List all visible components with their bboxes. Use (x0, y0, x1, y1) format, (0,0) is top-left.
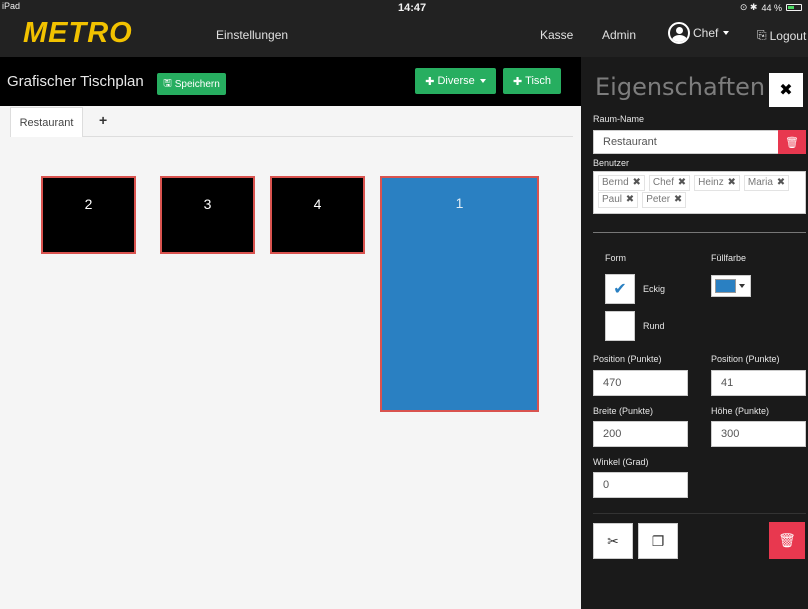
table-3[interactable]: 3 (160, 176, 255, 254)
remove-tag-icon: ✖ (773, 177, 786, 188)
properties-panel: Eigenschaften ✖ Raum-Name Restaurant 🗑 B… (581, 57, 808, 609)
battery-icon (786, 4, 802, 11)
top-navigation-bar: iPad 14:47 ⊙ ✱ 44 % METRO Einstellungen … (0, 0, 808, 57)
table-1-selected[interactable]: 1 (380, 176, 539, 412)
remove-tag-icon: ✖ (674, 177, 687, 188)
copy-button[interactable]: ❐ (638, 523, 678, 559)
save-button[interactable]: 🖫 Speichern (157, 73, 226, 95)
cut-button[interactable]: ✂ (593, 523, 633, 559)
scissors-icon: ✂ (607, 532, 619, 549)
position-y-input[interactable]: 41 (711, 370, 806, 396)
remove-tag-icon: ✖ (629, 177, 641, 188)
status-indicators: ⊙ ✱ 44 % (740, 2, 802, 13)
room-name-input[interactable]: Restaurant (593, 130, 779, 154)
add-table-label: Tisch (525, 75, 552, 87)
height-label: Höhe (Punkte) (711, 406, 770, 416)
chevron-down-icon (739, 284, 745, 288)
angle-label: Winkel (Grad) (593, 457, 649, 467)
diverse-label: Diverse (437, 75, 475, 87)
checkmark-icon: ✔ (613, 281, 627, 298)
user-tag[interactable]: Paul ✖ (598, 192, 639, 208)
delete-table-button[interactable]: 🗑 (769, 522, 805, 559)
plus-icon: ✚ (425, 75, 435, 88)
battery-level: 44 % (761, 2, 782, 13)
add-room-tab-button[interactable]: + (99, 112, 107, 128)
plus-icon: ✚ (512, 75, 523, 88)
section-divider (593, 232, 806, 233)
width-input[interactable]: 200 (593, 421, 688, 447)
chevron-down-icon (479, 79, 486, 83)
form-label: Form (605, 253, 626, 263)
users-tag-input[interactable]: Bernd ✖ Chef ✖ Heinz ✖ Maria ✖ Paul ✖ Pe… (593, 171, 806, 214)
copy-icon: ❐ (651, 532, 665, 549)
logout-icon: ⎘ (757, 28, 767, 42)
fill-color-label: Füllfarbe (711, 253, 747, 263)
height-input[interactable]: 300 (711, 421, 806, 447)
table-2[interactable]: 2 (41, 176, 136, 254)
nav-settings-link[interactable]: Einstellungen (216, 28, 288, 42)
close-icon: ✖ (779, 82, 793, 99)
logout-link[interactable]: ⎘ Logout (757, 28, 806, 43)
panel-title: Eigenschaften (595, 73, 766, 101)
user-tag[interactable]: Chef ✖ (648, 175, 691, 191)
position-x-input[interactable]: 470 (593, 370, 688, 396)
tab-restaurant[interactable]: Restaurant (10, 107, 83, 137)
logout-label: Logout (769, 28, 807, 43)
status-time: 14:47 (398, 2, 427, 14)
floorplan-toolbar: Grafischer Tischplan 🖫 Speichern ✚ Diver… (0, 57, 581, 106)
trash-icon: 🗑 (785, 136, 799, 149)
section-divider (593, 513, 806, 514)
angle-input[interactable]: 0 (593, 472, 688, 498)
shape-rund-checkbox[interactable] (605, 311, 635, 341)
shape-eckig-label: Eckig (643, 284, 666, 294)
nav-admin-link[interactable]: Admin (602, 28, 636, 42)
status-device: iPad (2, 1, 21, 11)
floorplan-canvas[interactable]: Restaurant + 2 3 4 1 (0, 106, 581, 609)
user-tag[interactable]: Maria ✖ (743, 175, 790, 191)
page-title: Grafischer Tischplan (7, 73, 144, 90)
fill-color-picker[interactable] (711, 275, 751, 297)
trash-icon: 🗑 (778, 532, 796, 548)
room-tabs: Restaurant + (10, 106, 573, 137)
save-label: Speichern (174, 78, 220, 90)
close-panel-button[interactable]: ✖ (769, 73, 803, 107)
nav-kasse-link[interactable]: Kasse (540, 28, 573, 42)
metro-logo[interactable]: METRO (23, 19, 133, 48)
delete-room-button[interactable]: 🗑 (778, 130, 806, 154)
save-icon: 🖫 (163, 77, 172, 89)
status-icons: ⊙ ✱ (739, 2, 758, 12)
add-table-button[interactable]: ✚ Tisch (503, 68, 561, 94)
user-tag[interactable]: Bernd ✖ (598, 175, 645, 191)
position-x-label: Position (Punkte) (593, 354, 662, 364)
app-root: iPad 14:47 ⊙ ✱ 44 % METRO Einstellungen … (0, 0, 808, 609)
width-label: Breite (Punkte) (593, 406, 654, 416)
user-menu-label: Chef (693, 26, 719, 40)
user-menu-dropdown[interactable]: Chef (668, 22, 730, 44)
remove-tag-icon: ✖ (724, 177, 736, 188)
users-label: Benutzer (593, 158, 630, 168)
table-4[interactable]: 4 (270, 176, 365, 254)
shape-eckig-checkbox[interactable]: ✔ (605, 274, 635, 304)
user-tag[interactable]: Heinz ✖ (694, 175, 740, 191)
color-swatch (715, 279, 736, 293)
remove-tag-icon: ✖ (623, 194, 635, 205)
chevron-down-icon (723, 31, 730, 35)
shape-rund-label: Rund (643, 321, 665, 331)
remove-tag-icon: ✖ (671, 194, 683, 205)
diverse-dropdown-button[interactable]: ✚ Diverse (415, 68, 496, 94)
user-avatar-icon (668, 22, 690, 44)
position-y-label: Position (Punkte) (711, 354, 780, 364)
user-tag[interactable]: Peter ✖ (642, 192, 687, 208)
room-name-label: Raum-Name (593, 114, 645, 124)
